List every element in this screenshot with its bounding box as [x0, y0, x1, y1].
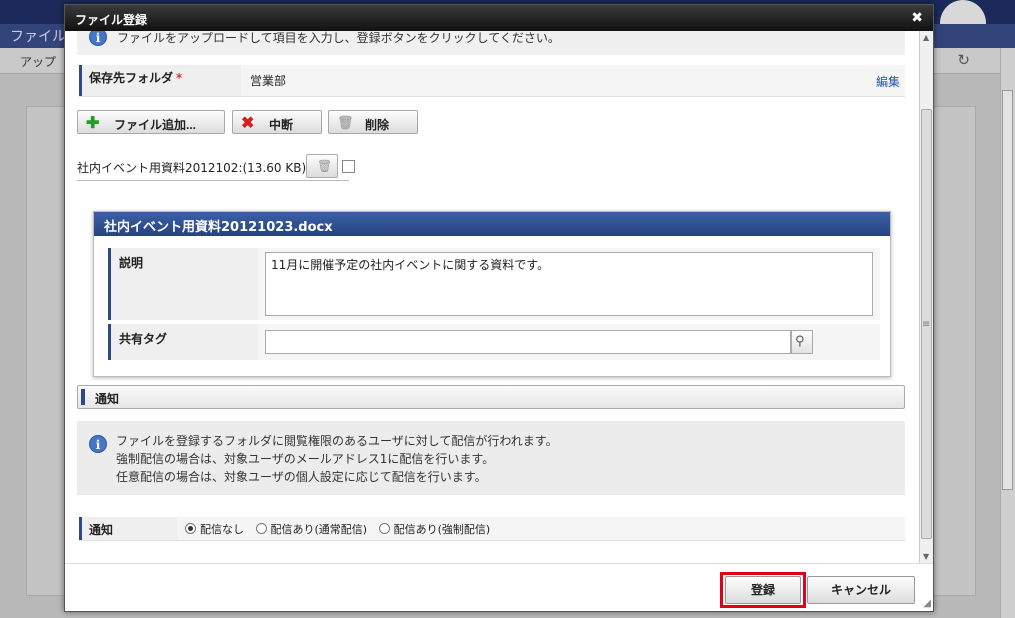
search-icon: ⚲ [795, 334, 805, 349]
file-register-dialog: ファイル登録 ✖ i ファイルをアップロードして項目を入力し、登録ボタンをクリッ… [64, 4, 934, 612]
trash-icon: 🗑 [317, 159, 333, 173]
refresh-icon: ↻ [957, 51, 970, 69]
description-textarea[interactable]: 11月に開催予定の社内イベントに関する資料です。 [265, 252, 873, 316]
dialog-body: i ファイルをアップロードして項目を入力し、登録ボタンをクリックしてください。 … [65, 31, 919, 563]
add-file-button[interactable]: ✚ ファイル追加... [77, 110, 225, 134]
uploaded-file-entry: 社内イベント用資料2012102:(13.60 KB) 🗑 [77, 154, 355, 181]
delete-label: 削除 [365, 118, 390, 132]
notify-option-none[interactable]: 配信なし [185, 521, 244, 537]
radio-icon[interactable] [255, 523, 267, 534]
notify-option-normal[interactable]: 配信あり(通常配信) [255, 521, 368, 537]
background-scroll-thumb [1002, 90, 1013, 490]
register-button[interactable]: 登録 [725, 576, 801, 604]
add-file-label: ファイル追加... [114, 118, 197, 132]
notice-info-line: 任意配信の場合は、対象ユーザの個人設定に応じて配信を行います。 [116, 470, 487, 484]
description-row: 説明 11月に開催予定の社内イベントに関する資料です。 [108, 248, 880, 320]
shared-tags-row: 共有タグ ⚲ [108, 324, 880, 360]
file-detail-title: 社内イベント用資料20121023.docx [94, 212, 890, 236]
delete-button[interactable]: 🗑 削除 [328, 110, 418, 134]
tag-search-button[interactable]: ⚲ [791, 330, 813, 354]
save-folder-label: 保存先フォルダ * [79, 65, 241, 96]
plus-icon: ✚ [86, 115, 100, 132]
info-icon: i [89, 31, 107, 46]
save-folder-label-text: 保存先フォルダ [89, 71, 174, 85]
notice-section-bar [81, 389, 85, 405]
file-select-checkbox[interactable] [342, 160, 355, 173]
info-icon: i [89, 435, 107, 453]
dialog-scrollbar[interactable]: ▲ ≡ ▼ [919, 31, 933, 563]
radio-selected-icon[interactable] [185, 523, 196, 534]
save-folder-value: 営業部 [250, 74, 287, 88]
radio-icon[interactable] [378, 523, 390, 534]
notify-label: 通知 [79, 517, 177, 540]
shared-tags-label: 共有タグ [108, 324, 258, 360]
description-label: 説明 [108, 248, 258, 320]
scroll-up-icon[interactable]: ▲ [923, 33, 929, 42]
shared-tags-input[interactable] [265, 330, 791, 354]
top-info-text: ファイルをアップロードして項目を入力し、登録ボタンをクリックしてください。 [117, 31, 560, 45]
dialog-titlebar[interactable]: ファイル登録 ✖ [65, 5, 933, 31]
notify-row: 通知 配信なし 配信あり(通常配信) 配信あり(強制配信) [79, 517, 905, 541]
abort-upload-button[interactable]: ✖ 中断 [232, 110, 322, 134]
scroll-down-icon[interactable]: ▼ [923, 552, 929, 561]
close-icon[interactable]: ✖ [911, 10, 923, 26]
file-detail-box: 社内イベント用資料20121023.docx 説明 11月に開催予定の社内イベン… [93, 211, 891, 377]
cancel-button[interactable]: キャンセル [807, 576, 915, 604]
notify-option-forced[interactable]: 配信あり(強制配信) [378, 521, 491, 537]
resize-grip-icon[interactable]: ◢ [923, 598, 931, 609]
file-delete-button[interactable]: 🗑 [306, 154, 338, 178]
notice-info-message: i ファイルを登録するフォルダに閲覧権限のあるユーザに対して配信が行われます。 … [77, 421, 905, 495]
notice-section-header[interactable]: 通知 [77, 385, 905, 409]
edit-folder-link[interactable]: 編集 [876, 73, 900, 90]
save-folder-row: 保存先フォルダ * 営業部 編集 [79, 65, 905, 97]
notice-section-title: 通知 [95, 392, 120, 406]
notify-option-label: 配信あり(強制配信) [393, 523, 491, 536]
notify-option-label: 配信あり(通常配信) [270, 523, 368, 536]
notice-info-line: ファイルを登録するフォルダに閲覧権限のあるユーザに対して配信が行われます。 [116, 434, 558, 448]
abort-upload-label: 中断 [269, 118, 294, 132]
required-mark: * [176, 71, 183, 85]
dialog-footer: 登録 キャンセル ◢ [65, 563, 933, 611]
notify-radio-group: 配信なし 配信あり(通常配信) 配信あり(強制配信) [185, 521, 498, 537]
background-upload-item: アップ [20, 55, 57, 69]
cross-icon: ✖ [241, 115, 255, 132]
notify-option-label: 配信なし [200, 523, 244, 536]
background-title-text: ファイル [10, 29, 66, 45]
dialog-title: ファイル登録 [75, 13, 148, 27]
uploaded-file-name: 社内イベント用資料2012102:(13.60 KB) [77, 161, 307, 175]
scroll-grip-icon: ≡ [922, 319, 931, 330]
notice-info-line: 強制配信の場合は、対象ユーザのメールアドレス1に配信を行います。 [116, 452, 495, 466]
trash-icon: 🗑 [337, 115, 354, 130]
top-info-message: i ファイルをアップロードして項目を入力し、登録ボタンをクリックしてください。 [77, 31, 905, 55]
